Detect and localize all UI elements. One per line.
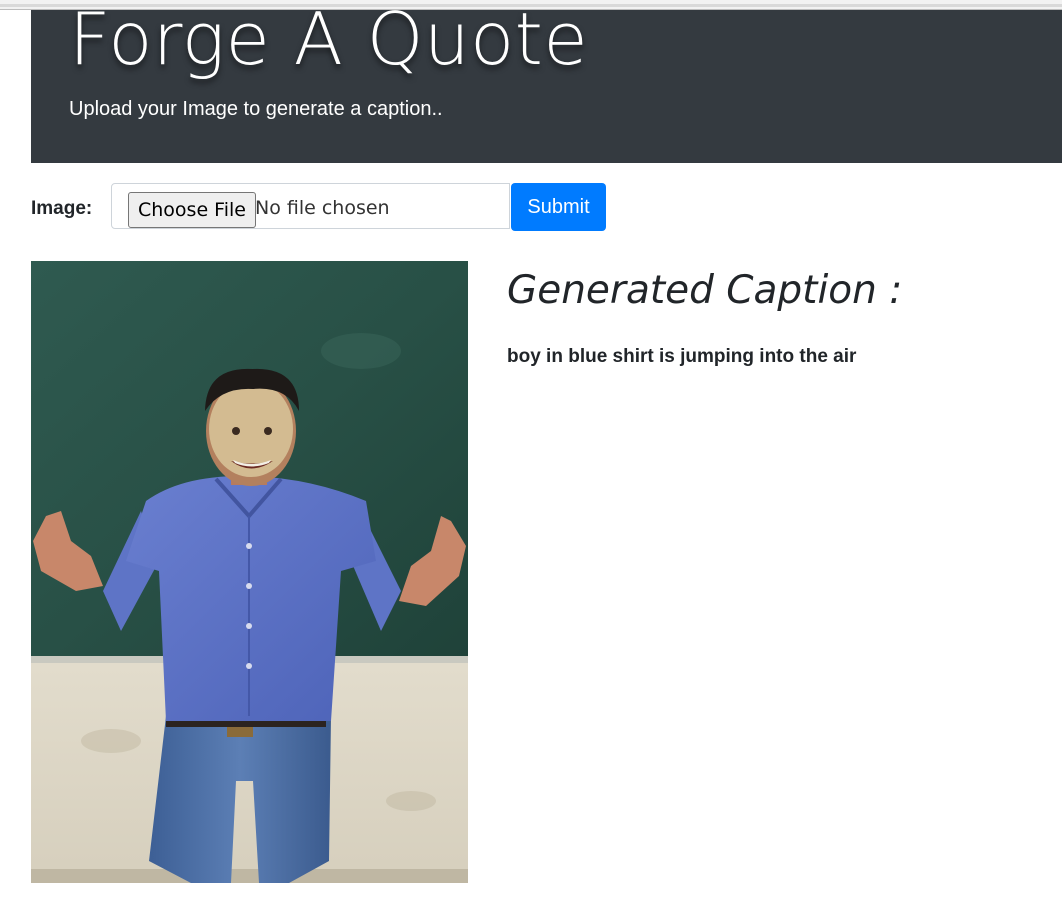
page-subtitle: Upload your Image to generate a caption.…	[69, 98, 443, 120]
browser-top-edge	[0, 0, 1062, 10]
page-title: Forge A Quote	[69, 10, 589, 81]
submit-button[interactable]: Submit	[511, 183, 606, 231]
file-status-text: No file chosen	[255, 197, 390, 219]
uploaded-photo-illustration	[31, 261, 468, 883]
image-field-label: Image:	[31, 198, 93, 219]
generated-caption-heading: Generated Caption :	[507, 268, 903, 313]
upload-form: Image: Choose File No file chosen Submit	[31, 183, 731, 231]
image-file-input[interactable]: Choose File No file chosen	[111, 183, 510, 229]
generated-caption-text: boy in blue shirt is jumping into the ai…	[507, 346, 857, 367]
uploaded-image	[31, 261, 468, 883]
choose-file-button[interactable]: Choose File	[128, 192, 256, 228]
header-banner: Forge A Quote Upload your Image to gener…	[31, 10, 1062, 163]
